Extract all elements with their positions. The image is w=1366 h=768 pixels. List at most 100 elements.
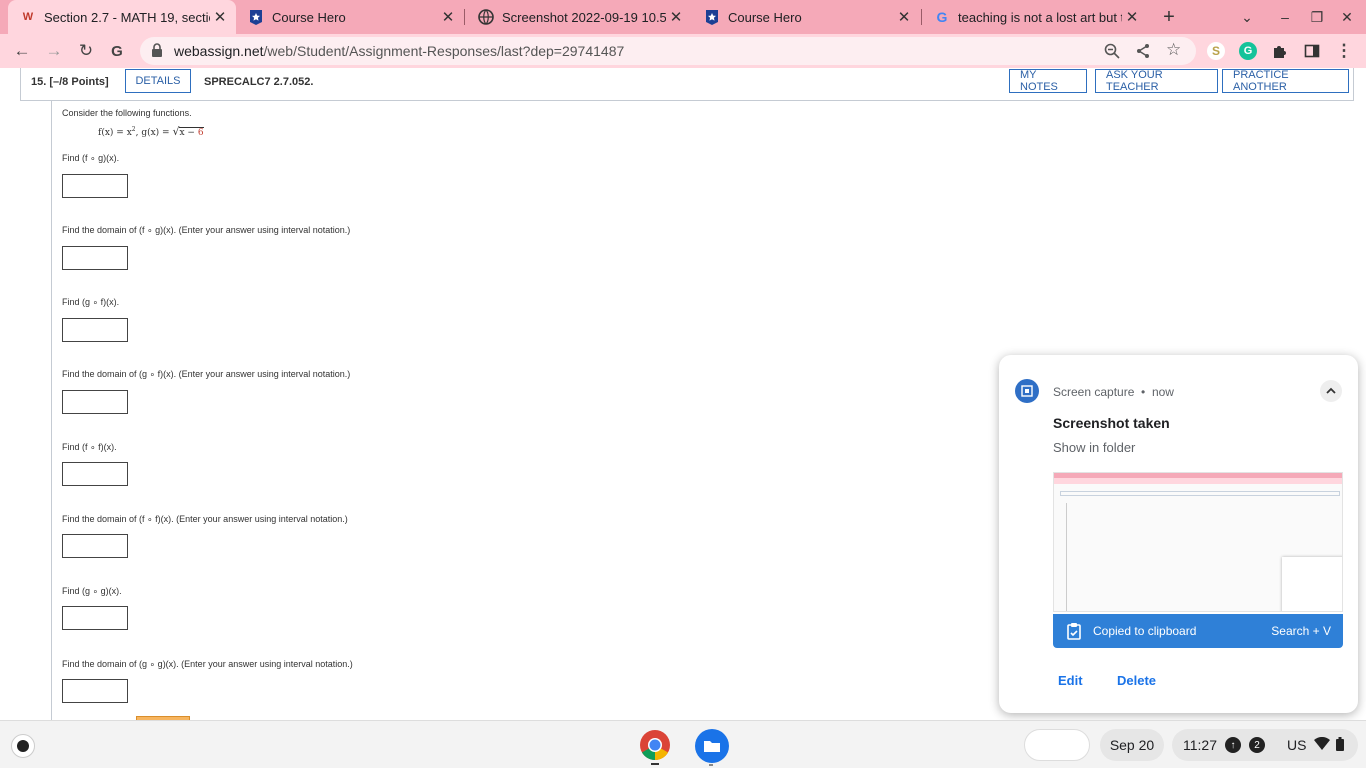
edit-button[interactable]: Edit [1058,673,1083,688]
show-in-folder-link[interactable]: Show in folder [1053,440,1135,455]
answer-input-fof[interactable] [62,462,128,486]
question-number: 15. [–/8 Points] [31,76,109,88]
question-code: SPRECALC7 2.7.052. [204,76,314,88]
answer-input-domain-gog[interactable] [62,679,128,703]
address-bar[interactable]: webassign.net/web/Student/Assignment-Res… [140,37,1196,65]
copied-to-clipboard-bar[interactable]: Copied to clipboard Search + V [1053,614,1343,648]
prompt-find-gof: Find (g ∘ f)(x). [62,297,120,307]
thumb-notification [1282,557,1342,611]
details-button[interactable]: DETAILS [125,69,191,93]
forward-icon[interactable]: → [42,39,66,63]
zoom-icon[interactable] [1104,43,1120,64]
tab-title: Course Hero [272,9,346,25]
side-panel-icon[interactable] [1300,39,1324,63]
lock-icon[interactable] [151,42,163,63]
chrome-running-indicator [651,763,659,765]
status-tray[interactable]: 11:27 ↑ 2 US [1172,729,1358,761]
notification-count-badge: 2 [1249,737,1265,753]
tab-coursehero-1[interactable]: Course Hero ✕ [236,0,464,34]
f-definition: f(x) = x [98,128,132,138]
prompt-find-fof: Find (f ∘ f)(x). [62,442,117,452]
battery-icon [1336,736,1345,754]
date-label: Sep 20 [1109,737,1155,753]
prompt-find-fog: Find (f ∘ g)(x). [62,153,120,163]
url-path: /web/Student/Assignment-Responses/last?d… [263,43,625,59]
url-text[interactable]: webassign.net/web/Student/Assignment-Res… [174,43,624,59]
thumb-rule [1066,503,1067,611]
prompt-find-gog: Find (g ∘ g)(x). [62,586,122,596]
delete-button[interactable]: Delete [1117,673,1156,688]
clipboard-icon [1065,622,1083,643]
tab-title: Screenshot 2022-09-19 10.55. [502,9,666,25]
ask-teacher-button[interactable]: ASK YOUR TEACHER [1095,69,1218,93]
share-icon[interactable] [1135,43,1151,64]
star-icon[interactable]: ☆ [1166,40,1181,60]
tab-coursehero-2[interactable]: Course Hero ✕ [692,0,920,34]
coursehero-icon [704,9,720,25]
coursehero-icon [248,9,264,25]
menu-kebab-icon[interactable]: ⋮ [1332,39,1356,63]
function-definitions: f(x) = x2, g(x) = √x − 6 [98,125,204,138]
new-tab-icon[interactable]: + [1158,6,1180,28]
answer-input-gof[interactable] [62,318,128,342]
webassign-icon: W [22,11,34,23]
os-shelf: Sep 20 11:27 ↑ 2 US [0,720,1366,768]
prompt-domain-fog: Find the domain of (f ∘ g)(x). (Enter yo… [62,225,351,235]
close-icon[interactable]: ✕ [666,8,686,26]
google-icon: G [936,9,948,25]
extension-s-icon[interactable]: S [1204,39,1228,63]
back-icon[interactable]: ← [10,39,34,63]
clock-label: 11:27 [1183,737,1217,753]
notification-title: Screenshot taken [1053,415,1170,431]
question-header: 15. [–/8 Points] DETAILS SPRECALC7 2.7.0… [20,68,1354,101]
globe-icon [478,9,494,25]
answer-input-domain-gof[interactable] [62,390,128,414]
reload-icon[interactable]: ↻ [74,39,98,63]
chrome-icon[interactable] [639,729,671,766]
close-icon[interactable]: ✕ [210,8,230,26]
grammarly-icon[interactable]: G [1236,39,1260,63]
my-notes-button[interactable]: MY NOTES [1009,69,1087,93]
close-icon[interactable]: ✕ [894,8,914,26]
intro-text: Consider the following functions. [62,108,192,118]
browser-toolbar: ← → ↻ G webassign.net/web/Student/Assign… [0,34,1366,68]
keyboard-layout: US [1287,737,1307,753]
tab-google[interactable]: G teaching is not a lost art but th ✕ [922,0,1148,34]
paste-shortcut: Search + V [1271,624,1331,638]
tab-title: Section 2.7 - MATH 19, section [44,9,210,25]
screenshot-notification: Screen capture • now Screenshot taken Sh… [999,355,1358,713]
answer-input-domain-fog[interactable] [62,246,128,270]
screenshot-thumbnail[interactable] [1053,472,1343,612]
files-icon[interactable] [695,729,729,763]
copied-label: Copied to clipboard [1093,624,1197,638]
url-host: webassign.net [174,43,264,59]
date-pill[interactable]: Sep 20 [1100,729,1164,761]
minimize-icon[interactable]: – [1274,6,1296,28]
upload-icon: ↑ [1225,737,1241,753]
tab-search-chevron-icon[interactable]: ⌄ [1236,6,1258,28]
restore-icon[interactable]: ❐ [1306,6,1328,28]
extensions-puzzle-icon[interactable] [1268,39,1292,63]
source-label: Screen capture [1053,385,1135,399]
launcher-icon[interactable] [11,734,35,758]
thumb-header [1060,491,1340,496]
tab-title: teaching is not a lost art but th [958,9,1122,25]
collapse-chevron-icon[interactable] [1320,380,1342,402]
answer-input-fog[interactable] [62,174,128,198]
window-close-icon[interactable]: ✕ [1336,6,1358,28]
sqrt-radicand: x − 6 [179,127,204,138]
files-running-indicator [709,764,713,766]
close-icon[interactable]: ✕ [438,8,458,26]
close-icon[interactable]: ✕ [1122,8,1142,26]
answer-input-domain-fof[interactable] [62,534,128,558]
practice-another-button[interactable]: PRACTICE ANOTHER [1222,69,1349,93]
tab-webassign[interactable]: W Section 2.7 - MATH 19, section ✕ [8,0,236,34]
tab-divider [464,9,465,25]
tab-title: Course Hero [728,9,802,25]
holding-space-tray[interactable] [1024,729,1090,761]
answer-input-gog[interactable] [62,606,128,630]
tab-screenshot[interactable]: Screenshot 2022-09-19 10.55. ✕ [466,0,692,34]
thumb-toolbar [1054,478,1342,484]
google-icon[interactable]: G [105,39,129,63]
wifi-icon [1314,736,1331,754]
